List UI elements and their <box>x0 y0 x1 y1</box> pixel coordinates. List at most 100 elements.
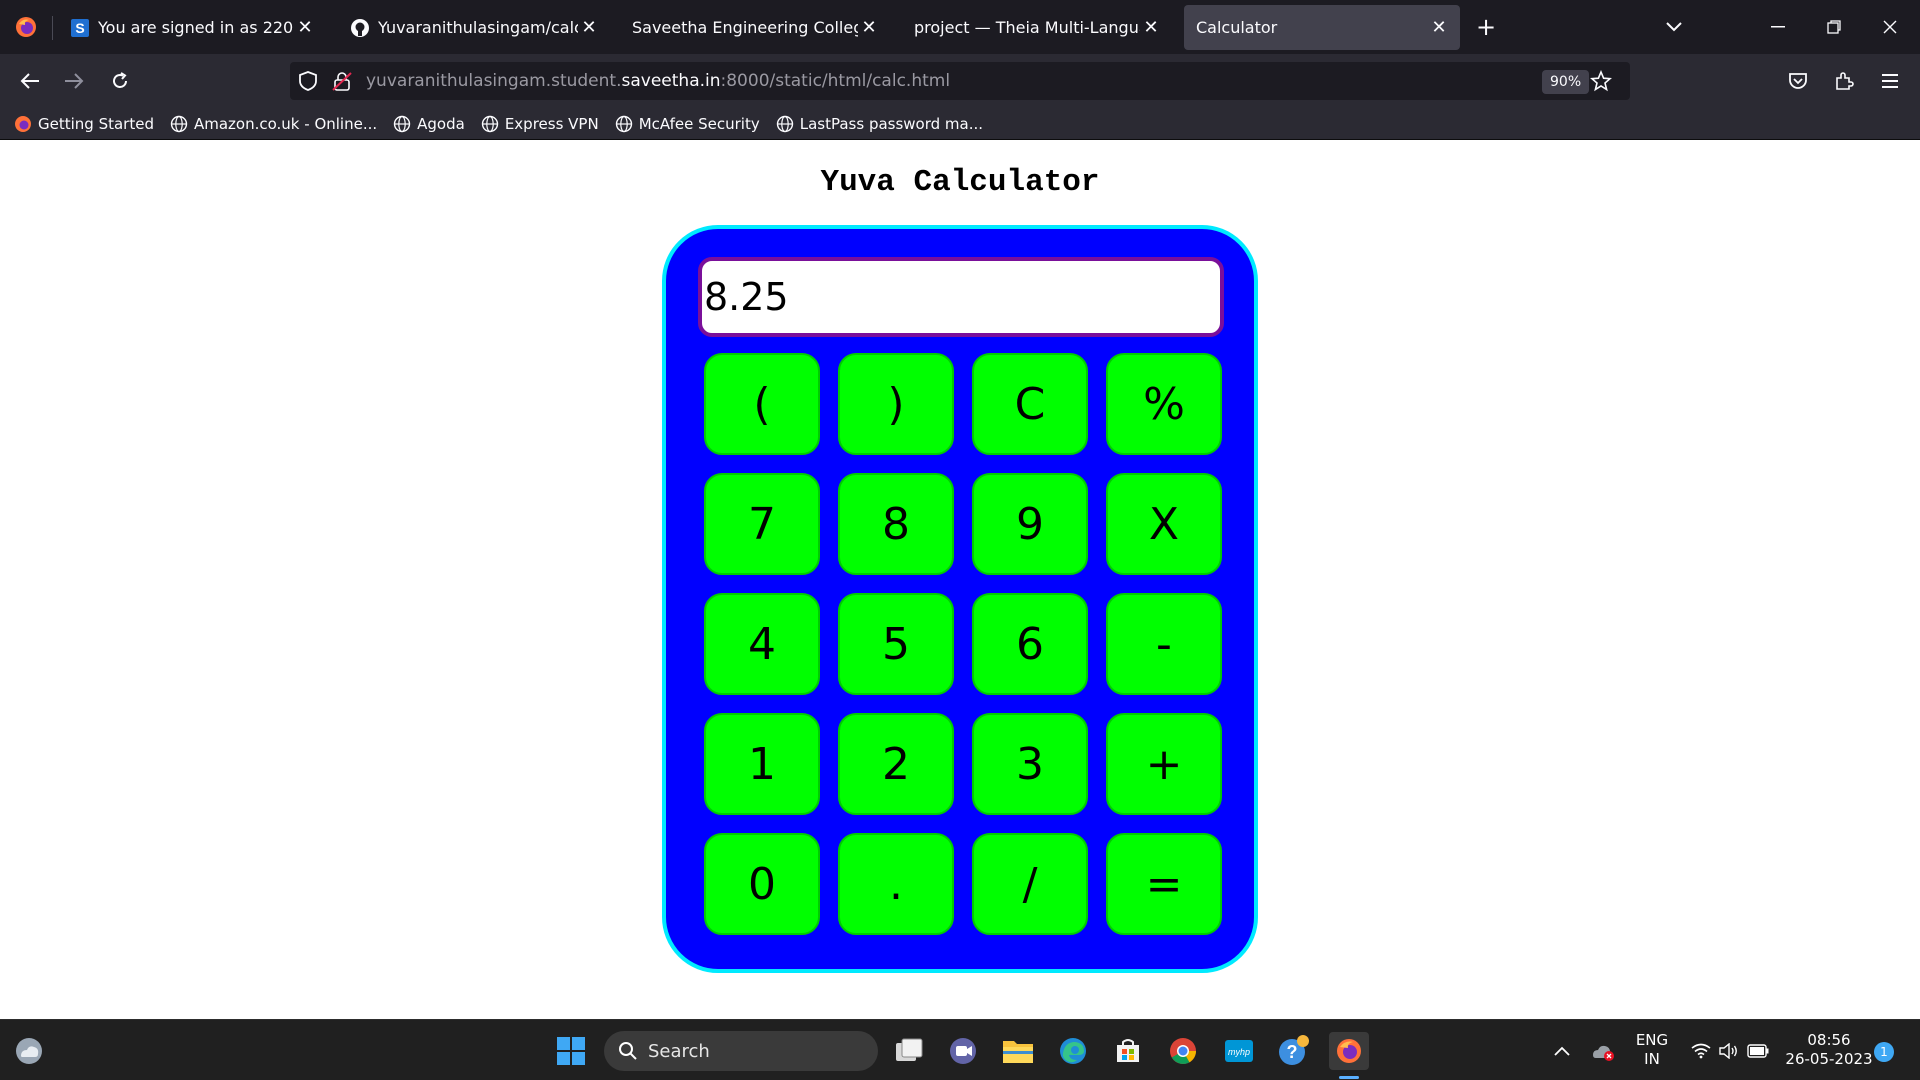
weather-widget-icon[interactable] <box>10 1032 48 1070</box>
bookmark-star-icon[interactable] <box>1590 69 1612 96</box>
language-indicator[interactable]: ENG IN <box>1628 1031 1676 1069</box>
key-2-button[interactable]: 2 <box>838 713 954 815</box>
reload-icon[interactable] <box>102 63 138 99</box>
restore-icon[interactable] <box>1806 0 1862 54</box>
tab-signed-in[interactable]: S You are signed in as 22009033 ✕ <box>60 5 326 50</box>
key-0-button[interactable]: 0 <box>704 833 820 935</box>
key-decimal-button[interactable]: . <box>838 833 954 935</box>
pocket-icon[interactable] <box>1780 63 1816 99</box>
taskbar-search-box[interactable]: Search <box>604 1031 878 1071</box>
close-icon[interactable]: ✕ <box>294 17 316 39</box>
bookmark-amazon[interactable]: Amazon.co.uk - Online... <box>170 115 377 133</box>
microsoft-store-icon[interactable] <box>1109 1032 1147 1070</box>
tab-theia-project[interactable]: project — Theia Multi-Language Ex ✕ <box>902 5 1172 50</box>
minimize-icon[interactable] <box>1750 0 1806 54</box>
edge-browser-icon[interactable] <box>1054 1032 1092 1070</box>
s-logo-icon: S <box>70 18 90 38</box>
url-prefix: yuvaranithulasingam.student. <box>366 71 622 91</box>
key-8-button[interactable]: 8 <box>838 473 954 575</box>
bookmark-getting-started[interactable]: Getting Started <box>14 115 154 133</box>
get-help-icon[interactable]: ? <box>1275 1032 1313 1070</box>
key-3-button[interactable]: 3 <box>972 713 1088 815</box>
svg-text:?: ? <box>1287 1042 1298 1062</box>
extensions-puzzle-icon[interactable] <box>1826 63 1862 99</box>
tab-saveetha[interactable]: Saveetha Engineering College ✕ <box>620 5 890 50</box>
new-tab-button[interactable]: + <box>1458 0 1514 54</box>
close-icon[interactable]: ✕ <box>1140 17 1162 39</box>
close-icon[interactable]: ✕ <box>578 17 600 39</box>
bookmark-lastpass[interactable]: LastPass password ma... <box>776 115 983 133</box>
quick-settings[interactable] <box>1678 1032 1782 1070</box>
file-explorer-icon[interactable] <box>999 1032 1037 1070</box>
teams-chat-icon[interactable] <box>944 1032 982 1070</box>
bookmark-express-vpn[interactable]: Express VPN <box>481 115 599 133</box>
clock[interactable]: 08:56 26-05-2023 <box>1784 1031 1874 1069</box>
hamburger-menu-icon[interactable] <box>1872 63 1908 99</box>
tab-calculator[interactable]: Calculator ✕ <box>1184 5 1460 50</box>
list-all-tabs-chevron-icon[interactable] <box>1646 0 1702 54</box>
bookmark-label: Amazon.co.uk - Online... <box>193 114 378 133</box>
bookmark-agoda[interactable]: Agoda <box>393 115 465 133</box>
firefox-taskbar-icon[interactable] <box>1329 1032 1369 1070</box>
notification-badge[interactable]: 1 <box>1874 1042 1894 1062</box>
close-icon[interactable]: ✕ <box>1428 17 1450 39</box>
key-6-button[interactable]: 6 <box>972 593 1088 695</box>
tab-title: Yuvaranithulasingam/calc <box>378 18 578 37</box>
bookmark-label: Express VPN <box>504 114 599 133</box>
calculator-display[interactable] <box>698 257 1224 337</box>
key-close-paren-button[interactable]: ) <box>838 353 954 455</box>
svg-text:myhp: myhp <box>1228 1047 1250 1057</box>
back-arrow-icon[interactable] <box>12 63 48 99</box>
task-view-icon[interactable] <box>890 1032 928 1070</box>
key-equals-button[interactable]: = <box>1106 833 1222 935</box>
forward-arrow-icon[interactable] <box>56 63 92 99</box>
page-content: Yuva Calculator ()C% 789X 456- 123+0./= <box>0 141 1920 1019</box>
key-plus-button[interactable]: + <box>1106 713 1222 815</box>
tracking-protection-shield-icon[interactable] <box>298 71 318 95</box>
wifi-icon <box>1691 1043 1711 1059</box>
bookmarks-toolbar: Getting Started Amazon.co.uk - Online...… <box>0 108 1920 140</box>
tab-title: Calculator <box>1196 18 1278 37</box>
key-multiply-button[interactable]: X <box>1106 473 1222 575</box>
key-minus-button[interactable]: - <box>1106 593 1222 695</box>
key-5-button[interactable]: 5 <box>838 593 954 695</box>
tab-title: project — Theia Multi-Language Ex <box>914 18 1140 37</box>
bookmark-label: McAfee Security <box>638 114 760 133</box>
windows-start-icon[interactable] <box>552 1032 590 1070</box>
address-bar[interactable]: yuvaranithulasingam.student.saveetha.in:… <box>290 62 1630 100</box>
globe-icon <box>481 115 499 133</box>
region-code: IN <box>1644 1050 1660 1068</box>
key-percent-button[interactable]: % <box>1106 353 1222 455</box>
url-domain: saveetha.in <box>621 71 721 91</box>
show-hidden-icons-chevron-icon[interactable] <box>1543 1032 1581 1070</box>
key-1-button[interactable]: 1 <box>704 713 820 815</box>
key-4-button[interactable]: 4 <box>704 593 820 695</box>
search-icon <box>618 1041 638 1061</box>
key-7-button[interactable]: 7 <box>704 473 820 575</box>
onedrive-error-icon[interactable] <box>1584 1032 1622 1070</box>
myhp-icon[interactable]: myhp <box>1220 1032 1258 1070</box>
tab-title: You are signed in as 22009033 <box>98 18 294 37</box>
page-title: Yuva Calculator <box>820 165 1100 200</box>
tab-separator <box>52 16 53 40</box>
bookmark-mcafee[interactable]: McAfee Security <box>615 115 760 133</box>
github-icon <box>350 18 370 38</box>
zoom-level-button[interactable]: 90% <box>1542 70 1590 94</box>
firefox-menu-icon[interactable] <box>0 0 52 54</box>
url-suffix: :8000/static/html/calc.html <box>720 71 951 91</box>
chrome-icon[interactable] <box>1164 1032 1202 1070</box>
bookmark-label: Agoda <box>417 114 465 133</box>
key-9-button[interactable]: 9 <box>972 473 1088 575</box>
active-app-indicator <box>1339 1076 1359 1079</box>
navigation-toolbar: yuvaranithulasingam.student.saveetha.in:… <box>0 54 1920 108</box>
url-text[interactable]: yuvaranithulasingam.student.saveetha.in:… <box>366 62 950 100</box>
clock-time: 08:56 <box>1807 1031 1851 1049</box>
close-window-icon[interactable] <box>1862 0 1918 54</box>
key-divide-button[interactable]: / <box>972 833 1088 935</box>
tab-bar: S You are signed in as 22009033 ✕ Yuvara… <box>0 0 1920 54</box>
insecure-lock-icon[interactable] <box>332 71 352 95</box>
tab-github[interactable]: Yuvaranithulasingam/calc ✕ <box>340 5 610 50</box>
key-open-paren-button[interactable]: ( <box>704 353 820 455</box>
key-clear-button[interactable]: C <box>972 353 1088 455</box>
close-icon[interactable]: ✕ <box>858 17 880 39</box>
